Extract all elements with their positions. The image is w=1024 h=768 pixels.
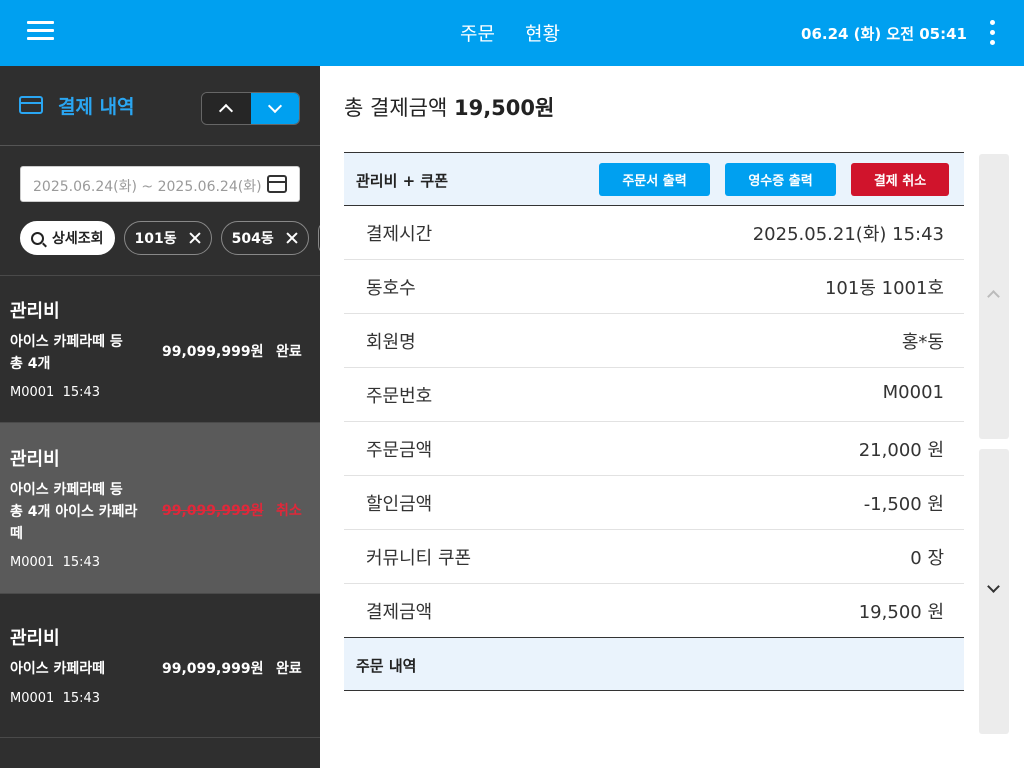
filter-chips: 상세조회 101동 504동 [20,221,320,255]
calendar-icon[interactable] [267,175,287,193]
order-time: 15:43 [62,385,101,400]
detail-key: 회원명 [366,332,416,353]
detail-key: 결제금액 [366,602,433,623]
detail-row-paid-time: 결제시간 2025.05.21(화) 15:43 [344,206,964,260]
chevron-down-icon [267,98,282,114]
detail-value: 0 장 [910,548,944,569]
detail-key: 결제시간 [366,224,433,245]
detail-panel: 관리비 + 쿠폰 주문서 출력 영수증 출력 결제 취소 결제시간 2025.0… [344,152,964,691]
order-list-item[interactable]: 관리비 아이스 카페라떼 99,099,999원 완료 M0001 15:43 [0,593,320,737]
order-list-item-partial[interactable] [0,737,320,768]
order-items: 아이스 카페라떼 [10,661,106,677]
order-time: 15:43 [62,691,101,706]
detail-key: 커뮤니티 쿠폰 [366,548,472,569]
detail-panel-header: 관리비 + 쿠폰 주문서 출력 영수증 출력 결제 취소 [344,153,964,206]
detail-value: 19,500 원 [858,602,944,623]
detail-search-label: 상세조회 [52,231,104,247]
top-bar: 주문 현황 06.24 (화) 오전 05:41 [0,0,1024,66]
print-receipt-button[interactable]: 영수증 출력 [725,163,836,196]
kebab-menu-icon[interactable] [988,20,996,46]
filter-chip-label: 101동 [134,231,177,247]
detail-value: -1,500 원 [863,494,944,515]
next-button[interactable] [250,93,299,124]
order-meta: M0001 15:43 [10,555,100,570]
detail-search-chip[interactable]: 상세조회 [20,221,115,255]
cancel-payment-button[interactable]: 결제 취소 [851,163,949,196]
order-category: 관리비 [10,301,60,322]
chevron-up-icon [987,290,1000,303]
payment-history-sidebar: 결제 내역 2025.06.24(화) ~ 2025.06.24(화) 상세조회… [0,66,320,768]
list-nav-buttons [201,92,300,125]
order-number: M0001 [10,691,55,706]
order-category: 관리비 [10,449,60,470]
order-amount: 99,099,999원 [162,661,264,677]
order-meta: M0001 15:43 [10,691,100,706]
detail-row-unit: 동호수 101동 1001호 [344,260,964,314]
top-nav: 주문 현황 [460,19,560,46]
detail-row-order-amount: 주문금액 21,000 원 [344,422,964,476]
scroll-up-button[interactable] [979,154,1009,439]
payment-detail: 총 결제금액 19,500원 관리비 + 쿠폰 주문서 출력 영수증 출력 결제… [320,66,1024,768]
chevron-up-icon [219,103,234,119]
order-meta: M0001 15:43 [10,385,100,400]
filter-chip-label: 504동 [231,231,274,247]
detail-key: 주문번호 [366,386,433,407]
search-icon [31,231,44,245]
order-items-title: 주문 내역 [356,657,417,675]
order-list-item[interactable]: 관리비 아이스 카페라떼 등 총 4개 99,099,999원 완료 M0001… [0,275,320,422]
detail-row-discount: 할인금액 -1,500 원 [344,476,964,530]
order-status: 취소 [276,503,302,519]
chevron-down-icon [987,580,1000,593]
order-status: 완료 [276,661,302,677]
nav-status[interactable]: 현황 [525,19,560,46]
nav-order[interactable]: 주문 [460,19,495,46]
order-items-section: 주문 내역 [344,638,964,691]
close-icon[interactable] [286,232,298,244]
order-number: M0001 [10,385,55,400]
close-icon[interactable] [189,232,201,244]
detail-value: 101동 1001호 [824,278,944,299]
filter-chip-101[interactable]: 101동 [123,221,212,255]
detail-key: 동호수 [366,278,416,299]
detail-row-member: 회원명 홍*동 [344,314,964,368]
detail-value: M0001 [882,382,944,403]
sidebar-header: 결제 내역 [0,66,320,146]
order-time: 15:43 [62,555,101,570]
scroll-down-button[interactable] [979,449,1009,734]
detail-value: 2025.05.21(화) 15:43 [752,224,944,245]
detail-value: 홍*동 [901,332,944,353]
total-payment: 총 결제금액 19,500원 [344,92,554,122]
detail-key: 할인금액 [366,494,433,515]
detail-row-order-no: 주문번호 M0001 [344,368,964,422]
date-range-input[interactable]: 2025.06.24(화) ~ 2025.06.24(화) [20,166,300,202]
order-amount: 99,099,999원 [162,344,264,360]
order-items: 아이스 카페라떼 등 총 4개 [10,334,123,372]
sidebar-title: 결제 내역 [58,96,135,118]
prev-button[interactable] [202,93,251,124]
order-number: M0001 [10,555,55,570]
order-list-item[interactable]: 관리비 아이스 카페라떼 등 총 4개 아이스 카페라떼 99,099,999원… [0,422,320,593]
card-icon [19,96,43,114]
order-category: 관리비 [10,628,60,649]
filter-chip-504[interactable]: 504동 [220,221,309,255]
detail-row-coupon: 커뮤니티 쿠폰 0 장 [344,530,964,584]
print-order-button[interactable]: 주문서 출력 [599,163,710,196]
date-range-text: 2025.06.24(화) ~ 2025.06.24(화) [33,179,262,195]
detail-key: 주문금액 [366,440,433,461]
menu-icon[interactable] [27,21,54,41]
datetime-display: 06.24 (화) 오전 05:41 [801,25,967,43]
total-value: 19,500원 [453,96,555,120]
order-status: 완료 [276,344,302,360]
detail-row-payment-amount: 결제금액 19,500 원 [344,584,964,638]
order-items: 아이스 카페라떼 등 총 4개 아이스 카페라떼 [10,482,138,542]
detail-value: 21,000 원 [858,440,944,461]
total-label: 총 결제금액 [344,96,448,120]
order-amount: 99,099,999원 [162,503,264,519]
panel-title: 관리비 + 쿠폰 [356,172,449,190]
